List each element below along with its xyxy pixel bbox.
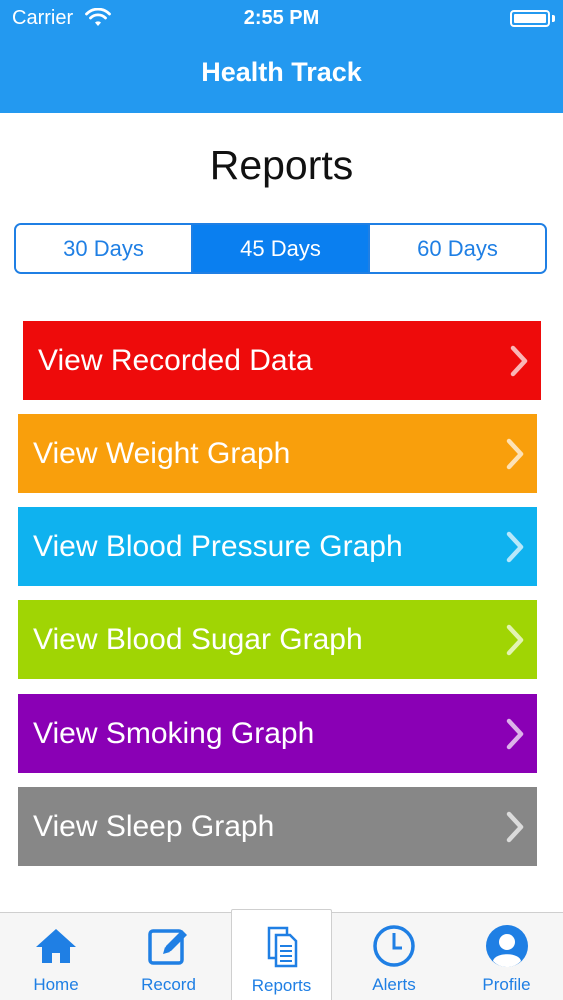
battery-tip (552, 15, 555, 22)
tab-label: Home (33, 975, 79, 994)
tab-label: Record (141, 975, 196, 994)
button-label: View Blood Pressure Graph (33, 529, 403, 563)
view-smoking-graph-button[interactable]: View Smoking Graph (18, 694, 537, 773)
tab-alerts[interactable]: Alerts (338, 913, 450, 1000)
tab-label: Profile (482, 975, 531, 994)
days-range-selector: 30 Days 45 Days 60 Days (14, 223, 547, 274)
user-icon (485, 925, 528, 968)
chevron-right-icon (506, 438, 524, 469)
tab-label: Reports (251, 976, 312, 995)
chevron-right-icon (506, 718, 524, 749)
tab-record[interactable]: Record (112, 913, 225, 1000)
app-title: Health Track (201, 57, 362, 87)
documents-icon (267, 926, 297, 968)
button-label: View Smoking Graph (33, 716, 315, 750)
segment-45-days[interactable]: 45 Days (193, 225, 370, 272)
button-label: View Weight Graph (33, 436, 291, 470)
chevron-right-icon (506, 811, 524, 842)
status-bar: Carrier 2:55 PM (0, 0, 563, 36)
page-title: Reports (209, 142, 354, 188)
chevron-right-icon (506, 624, 524, 655)
button-label: View Recorded Data (38, 343, 313, 377)
segment-60-days[interactable]: 60 Days (370, 225, 545, 272)
chevron-right-icon (510, 345, 528, 376)
clock-icon (373, 925, 415, 967)
view-blood-pressure-graph-button[interactable]: View Blood Pressure Graph (18, 507, 537, 586)
home-icon (36, 929, 76, 963)
tab-reports[interactable]: Reports (231, 909, 332, 1000)
button-label: View Blood Sugar Graph (33, 622, 363, 656)
navigation-bar: Carrier 2:55 PM Health Track (0, 0, 563, 113)
tab-label: Alerts (372, 975, 416, 994)
battery-icon (510, 10, 550, 27)
view-recorded-data-button[interactable]: View Recorded Data (23, 321, 541, 400)
edit-icon (147, 929, 187, 965)
view-sleep-graph-button[interactable]: View Sleep Graph (18, 787, 537, 866)
view-weight-graph-button[interactable]: View Weight Graph (18, 414, 537, 493)
button-label: View Sleep Graph (33, 809, 275, 843)
status-time: 2:55 PM (243, 7, 320, 29)
chevron-right-icon (506, 531, 524, 562)
view-blood-sugar-graph-button[interactable]: View Blood Sugar Graph (18, 600, 537, 679)
tab-home[interactable]: Home (0, 913, 112, 1000)
segment-30-days[interactable]: 30 Days (16, 225, 193, 272)
tab-bar: Home Record Reports Alerts Profile (0, 909, 563, 1000)
tab-profile[interactable]: Profile (450, 913, 563, 1000)
